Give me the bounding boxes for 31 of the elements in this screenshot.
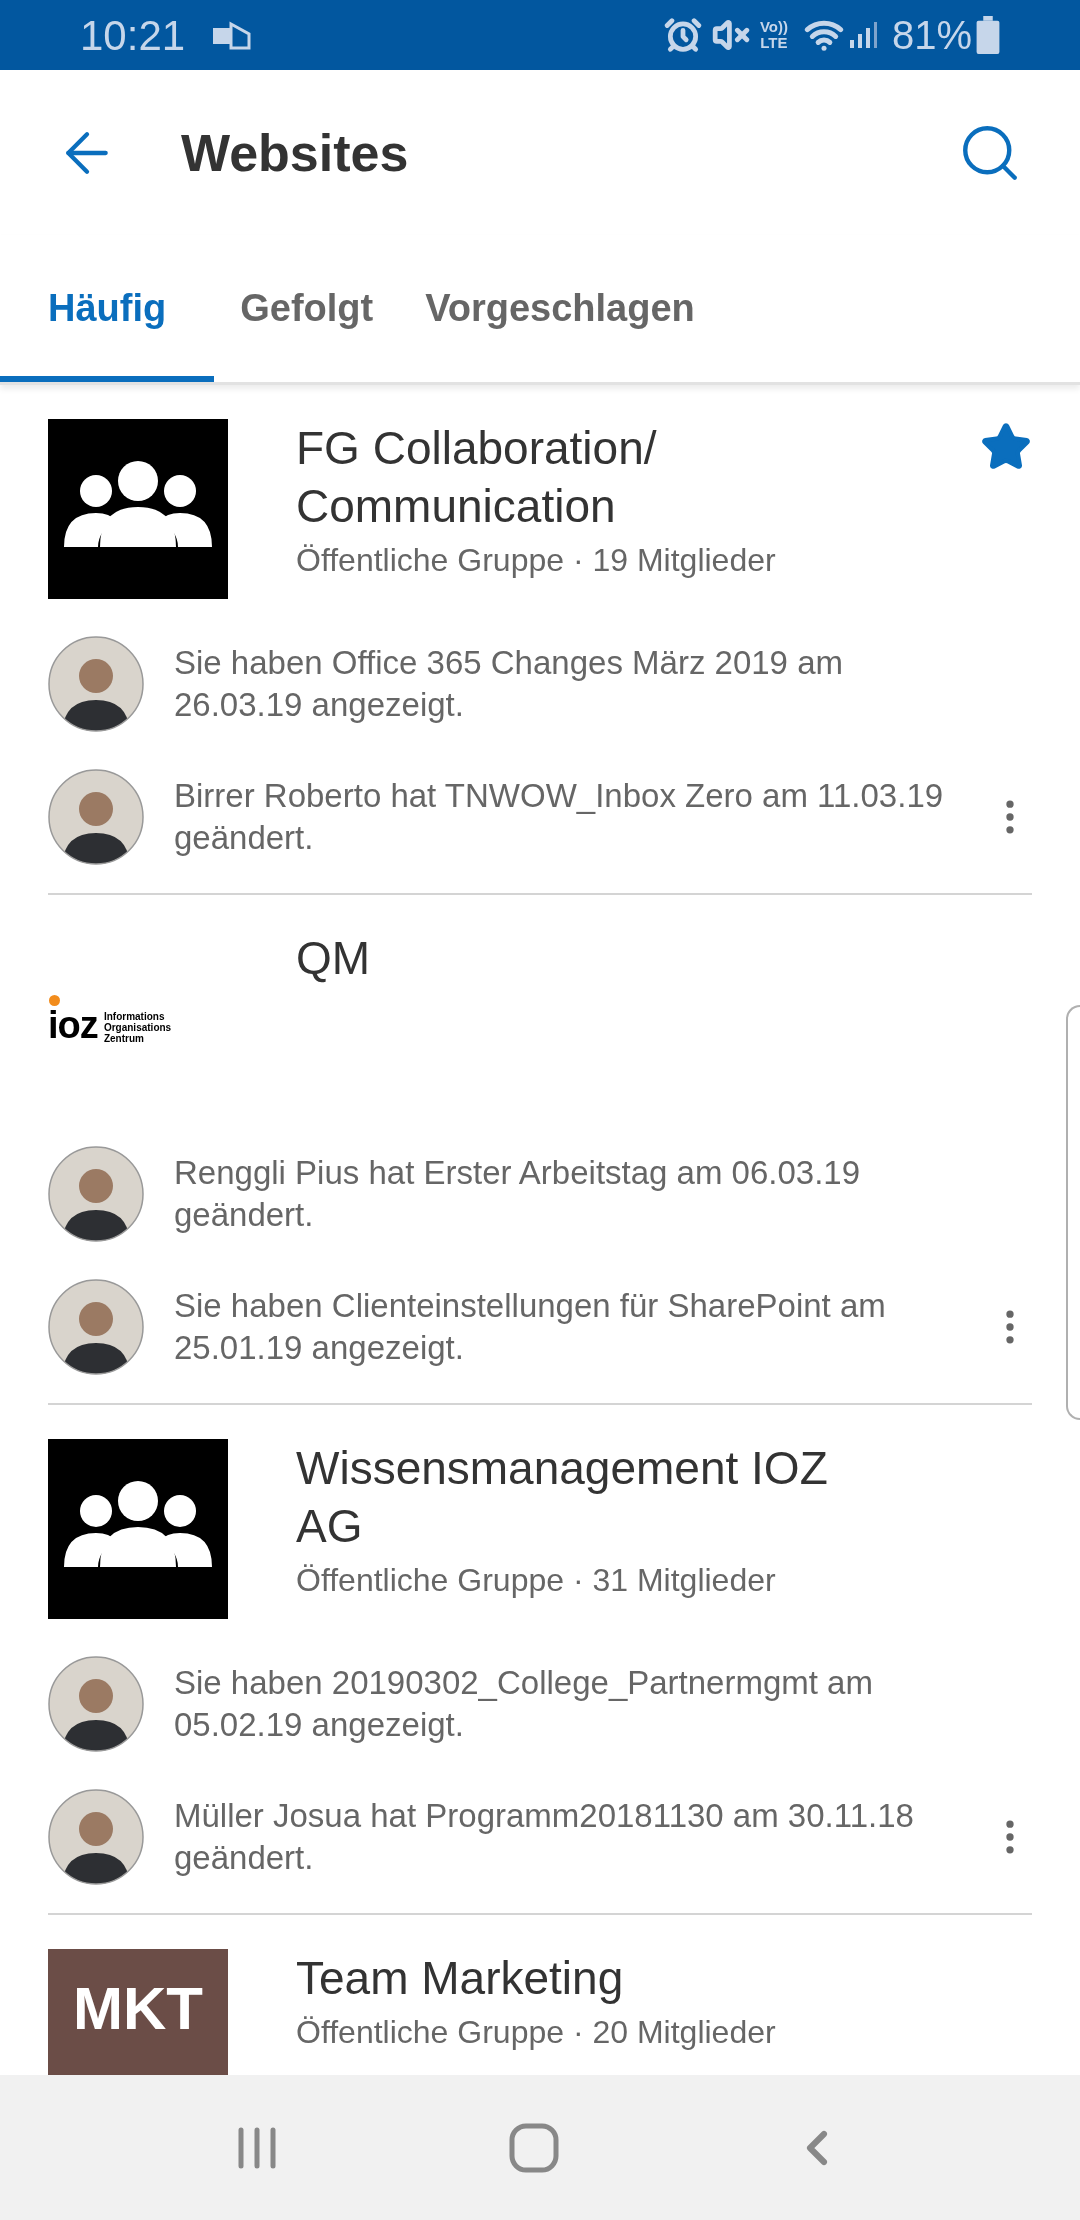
site-title[interactable]: Team Marketing [296,1949,856,2007]
group-icon [48,419,228,599]
group-icon [48,1439,228,1619]
volte-indicator: Vo)) LTE [759,19,788,51]
clock: 10:21 [80,10,186,61]
home-button[interactable] [509,2122,559,2173]
logo-caption: Zentrum [103,1033,144,1044]
activity-text: Sie haben Clienteinstellungen für SharePoint am 25.01.19 angezeigt. [174,1286,887,1368]
logo-caption: Informations [103,1011,166,1022]
activity-text: Renggli Pius hat Erster Arbeitstag am 06.03.19 geändert. [174,1153,862,1235]
page-title: Websites [181,122,409,184]
site-title[interactable]: Wissensmanagement IOZ AG [296,1439,856,1555]
site-title[interactable]: QM [296,929,856,987]
activity-text: Sie haben 20190302_College_Partnermgmt am 05.02.19 angezeigt. [174,1663,874,1745]
tab[interactable]: Häufig [0,235,215,382]
site-subtitle: Öffentliche Gruppe · 19 Mitglieder [296,541,777,580]
site-title[interactable]: FG Collaboration/ Communication [296,419,856,535]
activity-text: Birrer Roberto hat TNWOW_Inbox Zero am 11.03.19 geändert. [174,776,945,858]
tab[interactable]: Gefolgt [214,235,400,382]
mkt-logo: MKT [48,1949,228,2075]
logo-caption: Organisations [103,1022,172,1033]
activity-text: Sie haben Office 365 Changes März 2019 am 26.03.19 angezeigt. [174,643,844,725]
logo-wordmark: ioz [48,1006,98,1044]
activity-text: Müller Josua hat Programm20181130 am 30.11.18 geändert. [174,1796,915,1878]
alarm-icon [663,16,702,54]
battery-level: 81% [891,12,972,59]
signal-icon [847,20,878,50]
site-subtitle: Öffentliche Gruppe · 20 Mitglieder [296,2013,777,2052]
battery-icon [976,16,1000,54]
site-subtitle: Öffentliche Gruppe · 31 Mitglieder [296,1561,777,1600]
tab[interactable]: Vorgeschlagen [399,235,721,382]
